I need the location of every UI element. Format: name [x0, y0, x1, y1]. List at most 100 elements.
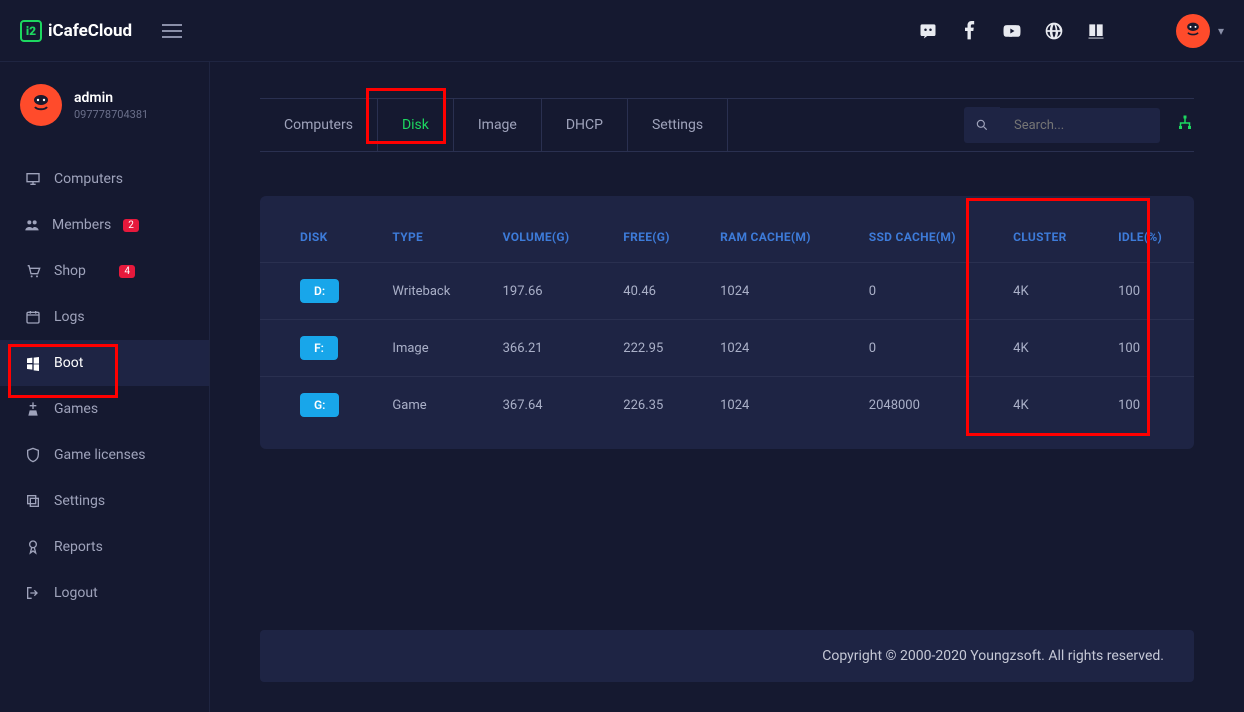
cell-type: Game [374, 377, 484, 434]
cell-free: 222.95 [605, 320, 702, 377]
user-avatar-icon [20, 84, 62, 126]
table-row[interactable]: D: Writeback 197.66 40.46 1024 0 4K 100 [260, 263, 1194, 320]
nav-label: Settings [54, 493, 105, 509]
sidebar: admin 097778704381 Computers Members 2 S… [0, 62, 210, 712]
sidebar-item-computers[interactable]: Computers [0, 156, 209, 202]
cell-volume: 197.66 [485, 263, 606, 320]
search-wrap [964, 107, 1194, 143]
cell-cluster: 4K [995, 320, 1100, 377]
calendar-icon [24, 308, 42, 326]
nav-label: Game licenses [54, 447, 146, 463]
cell-cluster: 4K [995, 263, 1100, 320]
user-sub: 097778704381 [74, 108, 148, 121]
disk-pill: D: [300, 279, 339, 303]
nav-label: Computers [54, 171, 123, 187]
facebook-icon[interactable] [958, 19, 982, 43]
logo[interactable]: i2 iCafeCloud [20, 20, 132, 42]
nav-label: Logout [54, 585, 98, 601]
tab-dhcp[interactable]: DHCP [542, 99, 628, 151]
sidebar-item-logout[interactable]: Logout [0, 570, 209, 616]
cell-idle: 100 [1100, 263, 1194, 320]
sidebar-item-settings[interactable]: Settings [0, 478, 209, 524]
disk-pill: F: [300, 336, 338, 360]
table-row[interactable]: G: Game 367.64 226.35 1024 2048000 4K 10… [260, 377, 1194, 434]
tab-computers[interactable]: Computers [260, 99, 378, 151]
user-menu[interactable]: ▾ [1176, 14, 1224, 48]
sidebar-item-logs[interactable]: Logs [0, 294, 209, 340]
globe-icon[interactable] [1042, 19, 1066, 43]
th-volume[interactable]: VOLUME(G) [485, 212, 606, 263]
cart-icon [24, 262, 42, 280]
cell-ssd: 2048000 [851, 377, 995, 434]
cell-ram: 1024 [702, 320, 851, 377]
nav-label: Shop [54, 263, 86, 279]
sidebar-item-reports[interactable]: Reports [0, 524, 209, 570]
cell-cluster: 4K [995, 377, 1100, 434]
sidebar-item-boot[interactable]: Boot [0, 340, 209, 386]
tab-image[interactable]: Image [454, 99, 542, 151]
windows-icon [24, 354, 42, 372]
cell-ram: 1024 [702, 377, 851, 434]
footer: Copyright © 2000-2020 Youngzsoft. All ri… [260, 630, 1194, 682]
users-icon [24, 216, 40, 234]
cell-idle: 100 [1100, 320, 1194, 377]
discord-icon[interactable] [916, 19, 940, 43]
brand-text: iCafeCloud [48, 21, 132, 41]
monitor-icon [24, 170, 42, 188]
cell-volume: 366.21 [485, 320, 606, 377]
table-header-row: DISK TYPE VOLUME(G) FREE(G) RAM CACHE(M)… [260, 212, 1194, 263]
user-name: admin [74, 90, 148, 106]
gamepad-icon [24, 400, 42, 418]
th-disk[interactable]: DISK [260, 212, 374, 263]
th-ramcache[interactable]: RAM CACHE(M) [702, 212, 851, 263]
logo-mark-icon: i2 [20, 20, 42, 42]
nav: Computers Members 2 Shop 4 Logs Boot [0, 156, 209, 616]
badge: 4 [119, 265, 135, 278]
cell-type: Image [374, 320, 484, 377]
th-idle[interactable]: IDLE(%) [1100, 212, 1194, 263]
cell-free: 226.35 [605, 377, 702, 434]
tab-settings[interactable]: Settings [628, 99, 728, 151]
sidebar-item-shop[interactable]: Shop 4 [0, 248, 209, 294]
topbar: i2 iCafeCloud ▾ [0, 0, 1244, 62]
network-icon[interactable] [1176, 114, 1194, 136]
nav-label: Reports [54, 539, 103, 555]
avatar-icon [1176, 14, 1210, 48]
sidebar-item-members[interactable]: Members 2 [0, 202, 209, 248]
th-type[interactable]: TYPE [374, 212, 484, 263]
search-input[interactable] [1000, 108, 1160, 143]
th-ssdcache[interactable]: SSD CACHE(M) [851, 212, 995, 263]
youtube-icon[interactable] [1000, 19, 1024, 43]
disk-pill: G: [300, 393, 339, 417]
search-button[interactable] [964, 107, 1000, 143]
cell-volume: 367.64 [485, 377, 606, 434]
layers-icon [24, 492, 42, 510]
tab-disk[interactable]: Disk [378, 99, 454, 151]
report-icon [24, 538, 42, 556]
th-cluster[interactable]: CLUSTER [995, 212, 1100, 263]
disk-table: DISK TYPE VOLUME(G) FREE(G) RAM CACHE(M)… [260, 212, 1194, 433]
cell-idle: 100 [1100, 377, 1194, 434]
footer-text: Copyright © 2000-2020 Youngzsoft. All ri… [822, 648, 1164, 664]
nav-label: Boot [54, 355, 83, 371]
cell-ssd: 0 [851, 320, 995, 377]
hamburger-icon[interactable] [162, 24, 182, 38]
shield-icon [24, 446, 42, 464]
cell-type: Writeback [374, 263, 484, 320]
tabs-row: Computers Disk Image DHCP Settings [260, 98, 1194, 152]
cell-ssd: 0 [851, 263, 995, 320]
nav-label: Logs [54, 309, 85, 325]
sidebar-item-games[interactable]: Games [0, 386, 209, 432]
sidebar-item-game-licenses[interactable]: Game licenses [0, 432, 209, 478]
topbar-right: ▾ [916, 14, 1224, 48]
user-block: admin 097778704381 [0, 84, 209, 146]
book-icon[interactable] [1084, 19, 1108, 43]
th-free[interactable]: FREE(G) [605, 212, 702, 263]
search-icon [975, 118, 989, 132]
table-row[interactable]: F: Image 366.21 222.95 1024 0 4K 100 [260, 320, 1194, 377]
main: Computers Disk Image DHCP Settings DISK [210, 62, 1244, 712]
nav-label: Games [54, 401, 98, 417]
chevron-down-icon: ▾ [1218, 24, 1224, 38]
logout-icon [24, 584, 42, 602]
badge: 2 [123, 219, 139, 232]
